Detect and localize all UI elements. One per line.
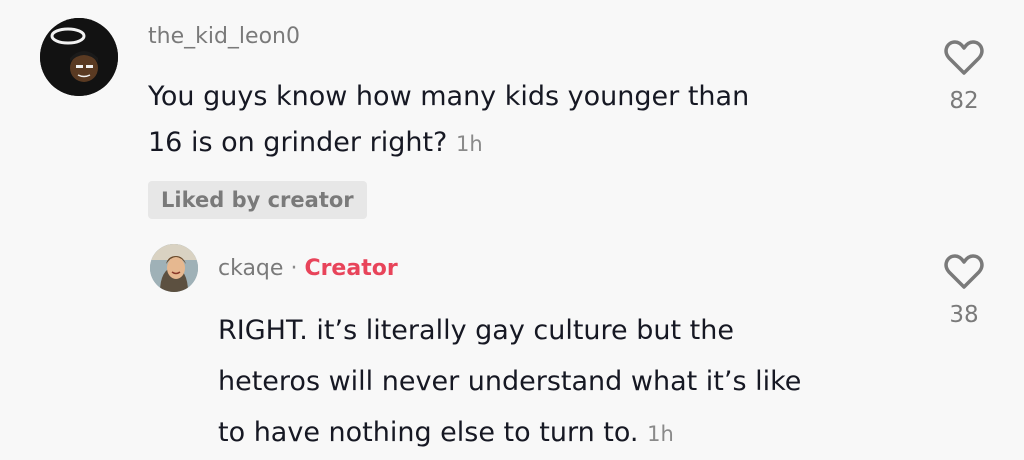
comment-text: You guys know how many kids younger than…: [148, 74, 908, 167]
reply-item: ckaqe · Creator RIGHT. it’s literally ga…: [0, 230, 1024, 460]
reply-text-line-2: heteros will never understand what it’s …: [218, 366, 802, 397]
reply-username[interactable]: ckaqe: [218, 256, 283, 281]
reply-like-count: 38: [949, 302, 979, 328]
reply-text-line-3-content: to have nothing else to turn to.: [218, 417, 639, 448]
reply-text-line-1: RIGHT. it’s literally gay culture but th…: [218, 315, 734, 346]
avatar-photo-icon: [150, 244, 198, 292]
username-separator: ·: [290, 256, 298, 281]
reply-username-row: ckaqe · Creator: [218, 256, 398, 281]
reply-avatar[interactable]: [150, 244, 198, 292]
comment-time: 1h: [455, 132, 483, 156]
heart-icon[interactable]: [944, 40, 984, 76]
comment-item: the_kid_leon0 You guys know how many kid…: [0, 0, 1024, 230]
reply-text-line-3: to have nothing else to turn to. 1h: [218, 407, 918, 460]
comment-like-count: 82: [949, 88, 979, 114]
commenter-avatar[interactable]: [40, 18, 118, 96]
commenter-username[interactable]: the_kid_leon0: [148, 24, 300, 49]
comment-text-line-2: 16 is on grinder right? 1h: [148, 120, 908, 167]
reply-like[interactable]: 38: [936, 254, 992, 328]
comment-like[interactable]: 82: [936, 40, 992, 114]
reply-time: 1h: [647, 422, 674, 446]
reply-text: RIGHT. it’s literally gay culture but th…: [218, 305, 918, 460]
creator-tag: Creator: [304, 256, 398, 281]
liked-by-creator-badge: Liked by creator: [148, 181, 367, 219]
avatar-halo-cartoon-icon: [40, 18, 118, 96]
comment-text-line-1: You guys know how many kids younger than: [148, 81, 750, 112]
comment-text-line-2-content: 16 is on grinder right?: [148, 127, 448, 158]
heart-icon[interactable]: [944, 254, 984, 290]
